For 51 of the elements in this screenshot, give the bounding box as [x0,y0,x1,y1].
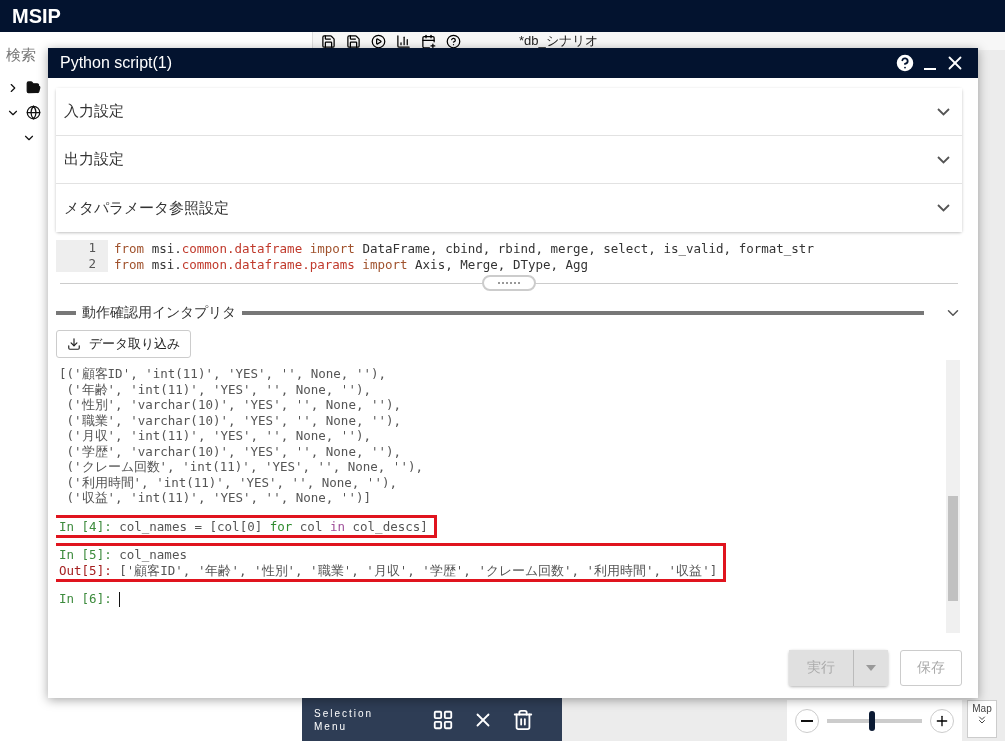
app-title: MSIP [12,4,61,28]
code-line: from msi.common.dataframe.params import Axis, Merge, DType, Agg [113,256,589,272]
code-line: Out[5]: ['顧客ID', '年齢', '性別', '職業', '月収', '学歴', 'クレーム回数', '利用時間', '収益'] [59,562,718,578]
grid-icon[interactable] [432,708,454,731]
output-line: [('顧客ID', 'int(11)', 'YES', '', None, ''), [59,366,388,382]
play-icon[interactable] [371,33,386,49]
help-icon[interactable] [446,33,461,49]
code-line: In [5]: col_names [59,547,188,563]
help-icon[interactable] [894,52,916,74]
output-line: ('収益', 'int(11)', 'YES', '', None, '')] [65,490,372,506]
map-button[interactable]: Map [967,700,997,738]
output-line: ('クレーム回数', 'int(11)', 'YES', '', None, ''), [65,459,423,475]
scrollbar[interactable] [946,360,960,633]
line-number: 1 [56,240,108,256]
splitter-handle[interactable] [482,275,536,291]
section-title: 動作確認用インタプリタ [82,304,236,322]
accordion-header[interactable]: メタパラメータ参照設定 [56,184,962,232]
output-line: ('利用時間', 'int(11)', 'YES', '', None, ''), [65,474,398,490]
tab-label[interactable]: *db_シナリオ [519,32,598,50]
output-line: ('月収', 'int(11)', 'YES', '', None, ''), [65,428,372,444]
dialog-title: Python script(1) [60,54,174,72]
save-icon[interactable] [321,33,336,49]
import-button[interactable]: データ取り込み [56,330,191,358]
folder-icon [26,80,41,95]
accordion-header[interactable]: 出力設定 [56,136,962,184]
download-icon [67,337,81,351]
code-line: from msi.common.dataframe import DataFrame, cbind, rbind, merge, select, is_valid, format_str [113,240,814,256]
output-line: ('職業', 'varchar(10)', 'YES', '', None, ''), [65,412,403,428]
output-line: ('性別', 'varchar(10)', 'YES', '', None, ''), [65,397,403,413]
save-icon[interactable] [346,33,361,49]
double-chevron-icon [976,714,988,726]
chart-icon[interactable] [396,33,411,49]
trash-icon[interactable] [512,708,534,731]
accordion-header[interactable]: 入力設定 [56,88,962,136]
chevron-icon [937,204,950,212]
zoom-out-button[interactable] [795,708,819,733]
code-line: In [4]: col_names = [col[0] for col in col_descs] [59,518,428,534]
output-line: ('年齢', 'int(11)', 'YES', '', None, ''), [65,381,372,397]
output-line: ('学歴', 'varchar(10)', 'YES', '', None, ''), [65,443,403,459]
chevron-icon [937,155,950,164]
search-label: 検索 [6,46,36,65]
slider-thumb[interactable] [868,710,875,731]
zoom-in-button[interactable] [930,708,954,733]
globe-icon [26,105,41,120]
chevron-icon [937,107,950,116]
minus-icon [801,719,813,722]
caret-icon [866,665,876,671]
code-line: In [6]: [59,591,121,607]
menu-label: Selection Menu [314,706,375,733]
add-icon[interactable] [421,33,436,49]
line-number: 2 [56,256,108,272]
